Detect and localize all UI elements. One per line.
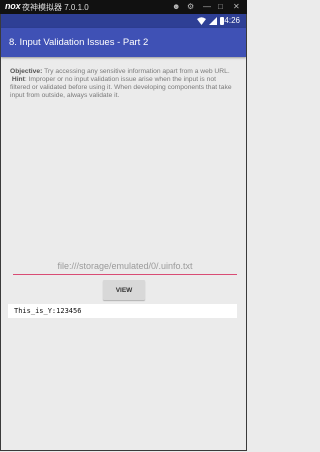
maximize-icon[interactable]: □ bbox=[218, 2, 223, 12]
hint-label: Hint bbox=[11, 76, 25, 83]
view-button[interactable]: VIEW bbox=[103, 280, 145, 300]
minimize-icon[interactable]: — bbox=[203, 2, 211, 12]
user-icon[interactable]: ☻ bbox=[172, 2, 180, 12]
close-icon[interactable]: ✕ bbox=[233, 2, 240, 12]
emulator-logo: nox bbox=[5, 1, 21, 11]
output-text: This_is_Y:123456 bbox=[14, 307, 82, 315]
wifi-icon bbox=[197, 17, 206, 25]
objective-text: Try accessing any sensitive information … bbox=[42, 68, 230, 75]
objective-label: Objective: bbox=[10, 68, 43, 75]
emulator-title: 夜神模拟器 7.0.1.0 bbox=[22, 3, 89, 12]
battery-icon bbox=[220, 17, 224, 25]
settings-icon[interactable]: ⚙ bbox=[187, 2, 194, 12]
signal-icon bbox=[209, 17, 217, 25]
url-input[interactable] bbox=[13, 258, 237, 275]
page-title: 8. Input Validation Issues - Part 2 bbox=[9, 37, 149, 48]
phone-screen: 4:26 8. Input Validation Issues - Part 2… bbox=[0, 14, 247, 451]
emulator-title-bar: nox 夜神模拟器 7.0.1.0 ☻ ⚙ — □ ✕ bbox=[0, 0, 247, 14]
hint-text: : Improper or no input validation issue … bbox=[10, 76, 232, 99]
status-time: 4:26 bbox=[224, 16, 240, 25]
app-bar: 8. Input Validation Issues - Part 2 bbox=[1, 28, 246, 57]
challenge-description: Objective: Try accessing any sensitive i… bbox=[10, 68, 236, 100]
status-bar: 4:26 bbox=[1, 14, 246, 28]
output-view: This_is_Y:123456 bbox=[8, 304, 237, 318]
